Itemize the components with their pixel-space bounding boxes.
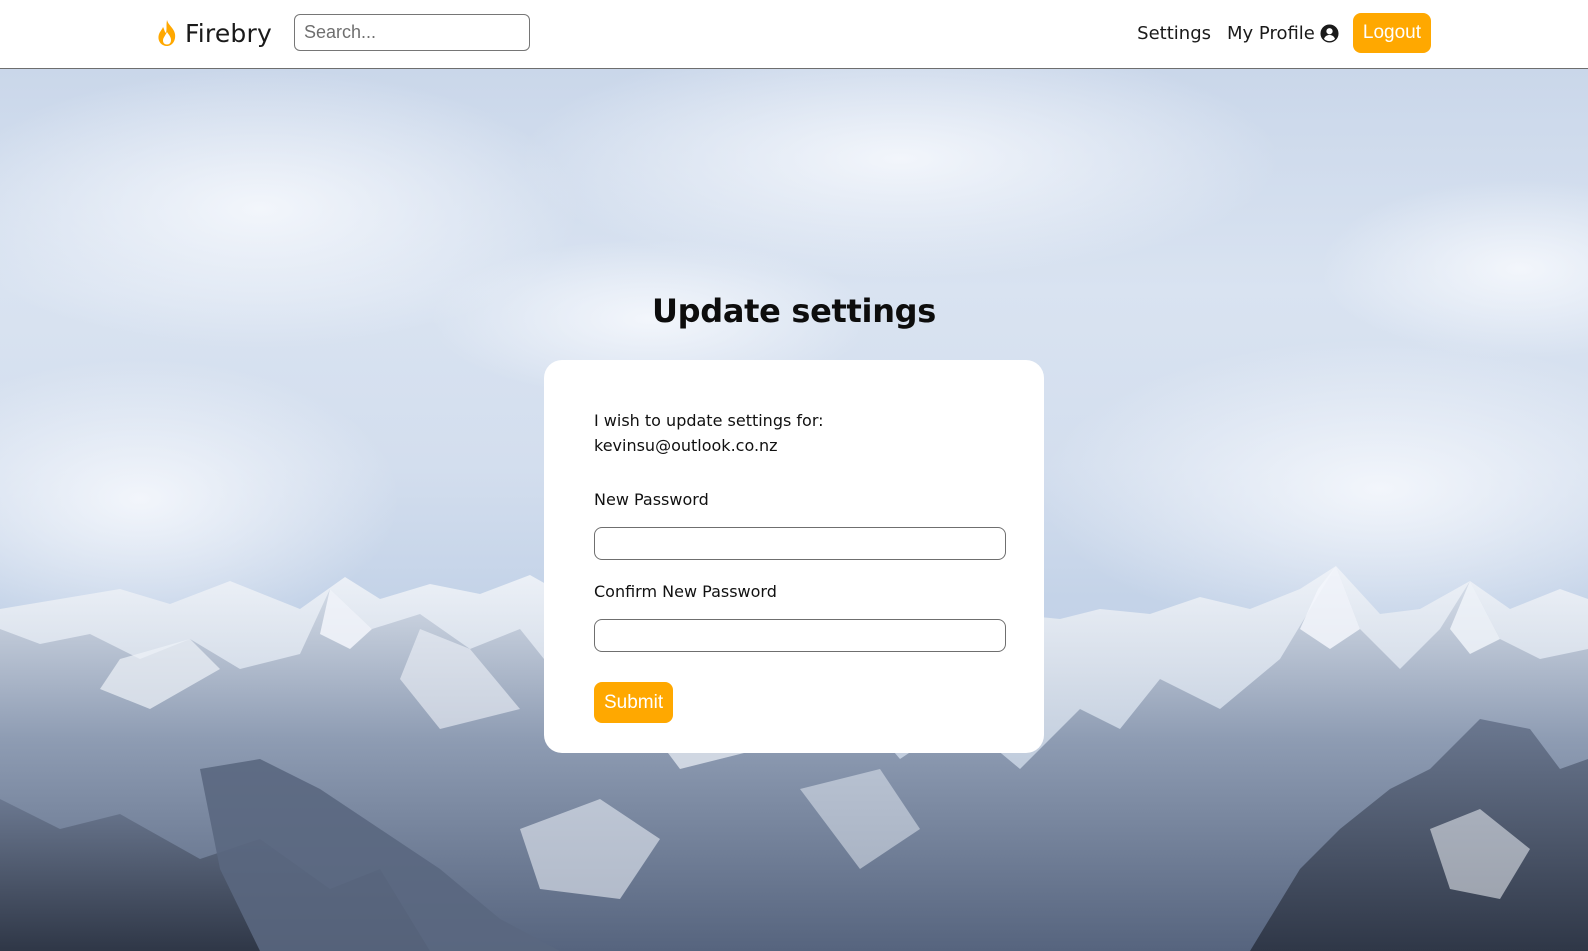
user-circle-icon	[1320, 23, 1339, 43]
my-profile-link[interactable]: My Profile	[1227, 23, 1339, 44]
my-profile-label: My Profile	[1227, 22, 1315, 44]
logout-button[interactable]: Logout	[1352, 13, 1431, 53]
confirm-password-field[interactable]	[594, 619, 1006, 652]
flame-icon	[158, 20, 176, 46]
top-navbar: Firebry Settings My Profile Logout	[0, 0, 1588, 69]
update-settings-card: I wish to update settings for: kevinsu@o…	[544, 360, 1044, 753]
search-input[interactable]	[294, 14, 530, 51]
confirm-password-label: Confirm New Password	[594, 582, 777, 601]
brand-logo-link[interactable]: Firebry	[155, 17, 272, 49]
account-email: kevinsu@outlook.co.nz	[594, 436, 778, 455]
new-password-label: New Password	[594, 490, 709, 509]
page-title: Update settings	[651, 292, 937, 330]
intro-text: I wish to update settings for:	[594, 411, 824, 430]
brand-name: Firebry	[185, 18, 272, 48]
settings-link[interactable]: Settings	[1137, 23, 1211, 44]
nav-actions: Settings My Profile Logout	[1137, 13, 1431, 53]
new-password-field[interactable]	[594, 527, 1006, 560]
submit-button[interactable]: Submit	[594, 682, 674, 723]
